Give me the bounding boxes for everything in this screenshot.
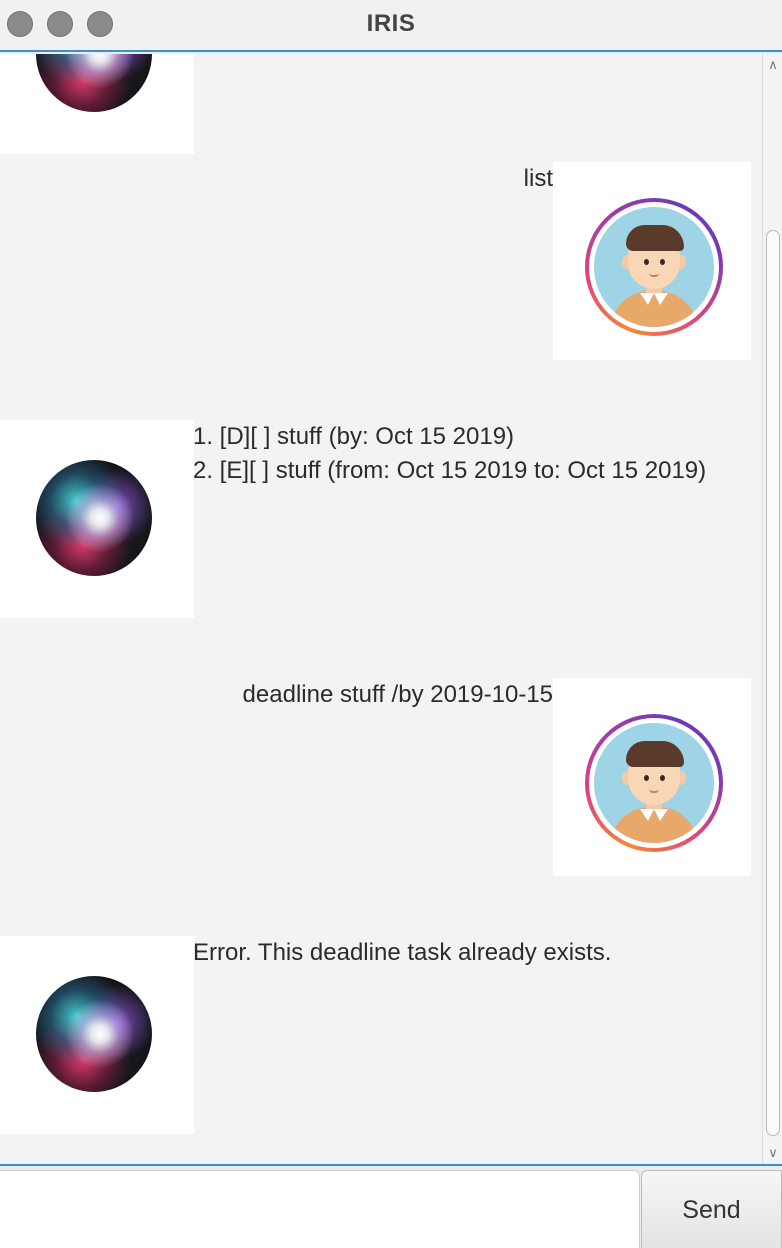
user-message-text: list (523, 165, 553, 192)
user-avatar-card (553, 678, 751, 876)
chat-scroll-pane[interactable]: list 1. [D][] stuff (by: Oct 15 2019) 2… (0, 54, 762, 1164)
bot-message-line: 1. [D][ ] stuff (by: Oct 15 2019) (193, 423, 515, 450)
scroll-up-arrow-icon[interactable]: ∧ (765, 58, 781, 72)
user-message-text: deadline stuff /by 2019-10-15 (242, 681, 553, 708)
vertical-scrollbar[interactable]: ∧ ∨ (762, 54, 782, 1164)
bot-avatar-card (0, 54, 194, 154)
scroll-down-arrow-icon[interactable]: ∨ (765, 1146, 781, 1160)
title-bar: IRIS (0, 0, 782, 52)
message-input[interactable] (0, 1170, 640, 1248)
bot-message-text: 1. [D][ ] stuff (by: Oct 15 2019) 2. [E]… (193, 420, 706, 488)
scrollbar-thumb[interactable] (766, 230, 780, 1136)
bot-message-line: 2. [E][ ] stuff (from: Oct 15 2019 to: O… (193, 457, 707, 484)
bot-avatar-card (0, 420, 194, 618)
siri-orb-icon (36, 54, 152, 112)
user-avatar-icon (585, 198, 723, 336)
send-button[interactable]: Send (641, 1170, 782, 1248)
bot-message-text: Error. This deadline task already exists… (193, 939, 612, 966)
bot-avatar-card (0, 936, 194, 1134)
siri-orb-icon (36, 976, 152, 1092)
user-avatar-icon (585, 714, 723, 852)
user-avatar-card (553, 162, 751, 360)
window-title: IRIS (366, 10, 416, 37)
input-bar: Send (0, 1164, 782, 1248)
siri-orb-icon (36, 460, 152, 576)
